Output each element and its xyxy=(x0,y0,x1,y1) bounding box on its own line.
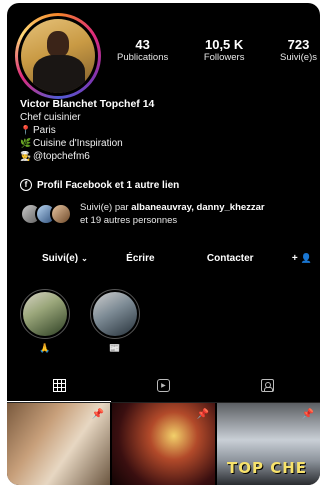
bio-location-line: 📍 Paris xyxy=(20,124,310,137)
grid-icon xyxy=(52,378,66,392)
post-thumbnail[interactable]: 📌 xyxy=(7,403,110,485)
bio-tagline-line: 🌿 Cuisine d'Inspiration xyxy=(20,137,310,150)
profile-category: Chef cuisinier xyxy=(20,112,81,123)
follower-avatars xyxy=(20,203,74,225)
contact-button[interactable]: Contacter xyxy=(207,249,254,267)
bio-handle-line: 👨‍🍳 @topchefm6 xyxy=(20,150,310,163)
post-thumbnail[interactable]: 📌 xyxy=(112,403,215,485)
bio-handle-link[interactable]: @topchefm6 xyxy=(33,150,90,163)
external-links[interactable]: f Profil Facebook et 1 autre lien xyxy=(20,179,179,191)
message-button[interactable]: Écrire xyxy=(126,249,154,267)
highlight-cover xyxy=(23,292,67,336)
publications-count: 43 xyxy=(135,37,150,52)
profile-actions: Suivi(e) ⌄ Écrire Contacter + 👤 xyxy=(20,249,312,267)
avatar[interactable] xyxy=(21,19,95,93)
tab-tagged[interactable] xyxy=(216,369,320,402)
followers-count: 10,5 K xyxy=(204,37,244,52)
add-person-button[interactable]: + 👤 xyxy=(292,249,312,267)
story-highlights: 🙏 📰 xyxy=(20,289,140,353)
highlight-label: 🙏 xyxy=(39,343,51,353)
tab-grid[interactable] xyxy=(7,369,112,402)
tagged-icon xyxy=(261,379,275,392)
profile-avatar-story-ring[interactable] xyxy=(15,13,101,99)
highlight-item[interactable]: 🙏 xyxy=(20,289,70,353)
tab-reels[interactable]: ▶ xyxy=(111,369,215,402)
pin-icon: 📌 xyxy=(196,409,209,420)
stat-following[interactable]: 723 Suivi(e)s xyxy=(280,37,317,64)
reels-icon: ▶ xyxy=(156,379,170,392)
bio-location: Paris xyxy=(33,125,56,136)
followed-by-names: albaneauvray, danny_khezzar xyxy=(131,202,265,213)
following-count: 723 xyxy=(287,37,310,52)
highlight-item[interactable]: 📰 xyxy=(90,289,140,353)
bio-tagline: Cuisine d'Inspiration xyxy=(33,138,123,149)
followed-by-text: Suivi(e) par albaneauvray, danny_khezzar… xyxy=(80,202,265,226)
following-label: Suivi(e)s xyxy=(280,52,317,63)
pin-icon: 📌 xyxy=(301,409,314,420)
chevron-down-icon: ⌄ xyxy=(81,253,88,263)
highlight-cover xyxy=(93,292,137,336)
publications-label: Publications xyxy=(117,52,169,63)
avatar xyxy=(50,203,72,225)
herb-icon: 🌿 xyxy=(20,138,32,148)
external-links-label: Profil Facebook et 1 autre lien xyxy=(37,179,180,191)
post-overlay-text: TOP CHE xyxy=(227,459,308,477)
facebook-icon: f xyxy=(20,179,32,191)
profile-bio: Victor Blanchet Topchef 14 Chef cuisinie… xyxy=(20,97,310,163)
profile-stats: 43 Publications 10,5 K Followers 723 Sui… xyxy=(117,37,317,64)
followed-by[interactable]: Suivi(e) par albaneauvray, danny_khezzar… xyxy=(20,201,318,227)
profile-screen: 43 Publications 10,5 K Followers 723 Sui… xyxy=(7,3,320,485)
profile-name: Victor Blanchet Topchef 14 xyxy=(20,98,155,110)
pin-icon: 📍 xyxy=(20,125,32,135)
stat-followers[interactable]: 10,5 K Followers xyxy=(204,37,245,64)
person-icon: 👤 xyxy=(300,252,312,263)
posts-grid: 📌 📌 📌 TOP CHE xyxy=(7,403,320,485)
chef-icon: 👨‍🍳 xyxy=(20,151,32,161)
post-thumbnail[interactable]: 📌 TOP CHE xyxy=(217,403,320,485)
pin-icon: 📌 xyxy=(91,409,104,420)
stat-publications[interactable]: 43 Publications xyxy=(117,37,168,64)
profile-tabs: ▶ xyxy=(7,369,320,403)
followed-by-suffix: et 19 autres personnes xyxy=(80,215,178,226)
followers-label: Followers xyxy=(203,52,245,63)
following-button[interactable]: Suivi(e) ⌄ xyxy=(42,249,88,267)
highlight-label: 📰 xyxy=(109,343,121,353)
